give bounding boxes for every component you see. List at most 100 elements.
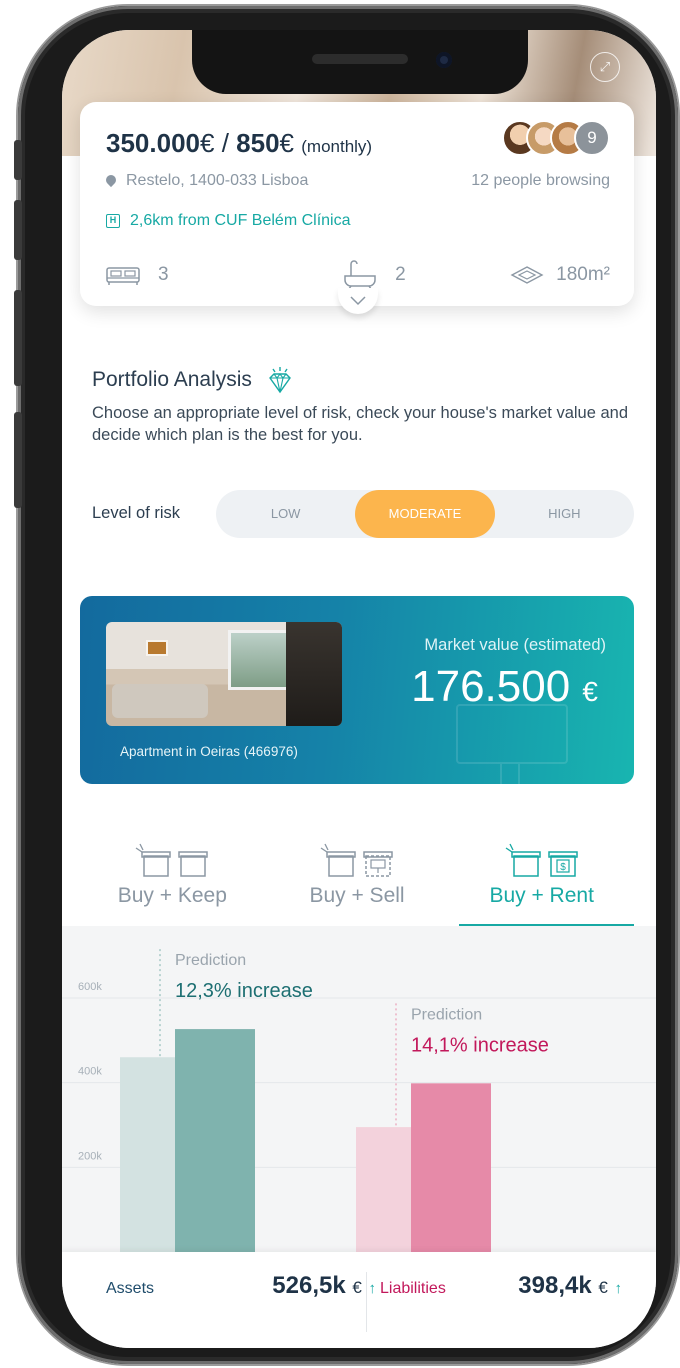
assets-label: Assets <box>106 1280 155 1297</box>
tab-buy-keep[interactable]: Buy + Keep <box>80 838 265 930</box>
y-tick-label: 200k <box>78 1150 102 1162</box>
viewers-avatars[interactable]: 9 <box>502 120 610 156</box>
rent-period: (monthly) <box>301 137 373 156</box>
area-icon <box>510 266 544 284</box>
mute-switch <box>14 140 22 180</box>
property-card[interactable]: 350.000€ / 850€ (monthly) 9 Restelo, 140… <box>80 102 634 314</box>
chart-svg: 200k 400k 600k Prediction 12,3% increase Pred… <box>62 949 656 1252</box>
market-value: 176.500 € <box>411 662 598 712</box>
screen: ⤢ 350.000€ / 850€ (monthly) 9 Restelo, 1… <box>62 30 656 1348</box>
assets-value-group: 526,5k € ↑ <box>272 1272 376 1300</box>
predicted-value-bar <box>411 1083 491 1252</box>
area-size: 180m² <box>556 264 610 285</box>
bedrooms-count: 3 <box>158 264 169 285</box>
tab-buy-rent[interactable]: $ Buy + Rent <box>449 838 634 930</box>
portfolio-title-text: Portfolio Analysis <box>92 368 252 391</box>
apartment-photo[interactable] <box>106 622 342 726</box>
liabilities-label: Liabilities <box>380 1280 446 1297</box>
volume-up-button <box>14 200 22 260</box>
portfolio-chart: 200k 400k 600k Prediction 12,3% increase Pred… <box>62 926 656 1256</box>
market-value-label: Market value (estimated) <box>424 636 606 654</box>
location-row: Restelo, 1400-033 Lisboa 12 people brows… <box>106 172 610 190</box>
liabilities-value-group: 398,4k € ↑ <box>518 1272 622 1300</box>
rent-currency: € <box>279 128 295 158</box>
hospital-icon: H <box>106 214 120 228</box>
features-row: 3 2 180m² <box>106 260 610 290</box>
assets-up-arrow-icon: ↑ <box>368 1280 377 1297</box>
area-feature: 180m² <box>510 260 610 290</box>
assets-value: 526,5k <box>272 1272 346 1299</box>
liabilities-summary[interactable]: Liabilities 398,4k € ↑ <box>380 1272 622 1300</box>
prediction-increase-text: 12,3% increase <box>175 980 313 1002</box>
house-box-icon <box>320 843 356 877</box>
browsing-count: 12 people browsing <box>471 172 610 189</box>
dark-room-area <box>286 622 342 726</box>
risk-option-high[interactable]: HIGH <box>495 490 634 538</box>
sale-sign-icon <box>363 851 393 877</box>
portfolio-title: Portfolio Analysis <box>92 366 294 394</box>
summary-divider <box>366 1272 367 1332</box>
assets-summary[interactable]: Assets 526,5k € ↑ <box>106 1272 376 1300</box>
assets-unit: € <box>352 1278 362 1297</box>
tab-label: Buy + Keep <box>117 884 227 907</box>
hospital-distance: 2,6km from CUF Belém Clínica <box>130 212 351 229</box>
side-button <box>14 412 22 508</box>
y-tick-label: 600k <box>78 981 102 993</box>
chevron-down-icon <box>350 296 366 306</box>
prediction-label: Prediction <box>175 952 246 969</box>
market-value-amount: 176.500 <box>411 662 571 711</box>
viewers-count-badge: 9 <box>574 120 610 156</box>
dollar-box-icon: $ <box>547 851 578 877</box>
tab-buy-sell[interactable]: Buy + Sell <box>265 838 450 930</box>
y-tick-label: 400k <box>78 1066 102 1078</box>
bed-icon <box>106 267 140 285</box>
house-box-icon <box>505 843 541 877</box>
bedrooms-feature: 3 <box>106 260 169 290</box>
bathrooms-feature: 2 <box>343 260 406 290</box>
risk-level-selector[interactable]: LOW MODERATE HIGH <box>216 490 634 538</box>
risk-option-moderate[interactable]: MODERATE <box>355 490 495 538</box>
notch <box>192 30 528 94</box>
liabilities-unit: € <box>598 1278 608 1297</box>
buy-rent-icons: $ <box>504 838 580 878</box>
buy-sell-icons <box>319 838 395 878</box>
price-line: 350.000€ / 850€ (monthly) <box>106 128 372 159</box>
prediction-label: Prediction <box>411 1006 482 1023</box>
portfolio-description: Choose an appropriate level of risk, che… <box>92 404 629 444</box>
hospital-link[interactable]: H 2,6km from CUF Belém Clínica <box>106 212 351 230</box>
house-box-icon <box>135 843 172 877</box>
diamond-icon <box>269 367 291 394</box>
wall-art <box>146 640 168 656</box>
camera <box>436 52 452 68</box>
location-text: Restelo, 1400-033 Lisboa <box>126 172 309 189</box>
sign-graphic <box>456 704 568 764</box>
risk-level-label: Level of risk <box>92 504 181 522</box>
expand-card-button[interactable] <box>338 288 378 314</box>
risk-option-low[interactable]: LOW <box>216 490 355 538</box>
plan-tabs: Buy + Keep Buy + Sell $ Buy + Rent <box>80 838 634 930</box>
sale-currency: € <box>199 128 215 158</box>
fullscreen-icon[interactable]: ⤢ <box>590 52 620 82</box>
sale-price: 350.000 <box>106 128 200 158</box>
price-separator: / <box>221 128 229 158</box>
tab-label: Buy + Rent <box>489 884 594 907</box>
svg-text:$: $ <box>560 862 566 873</box>
market-value-currency: € <box>582 676 598 707</box>
prediction-increase-text: 14,1% increase <box>411 1034 549 1056</box>
apartment-caption: Apartment in Oeiras (466976) <box>120 744 298 759</box>
market-value-card[interactable]: Apartment in Oeiras (466976) Market valu… <box>80 596 634 784</box>
liabilities-value: 398,4k <box>518 1272 592 1299</box>
bathtub-icon <box>344 260 376 290</box>
predicted-value-bar <box>175 1029 255 1252</box>
bathrooms-count: 2 <box>395 264 406 285</box>
buy-keep-icons <box>134 838 210 878</box>
sofa <box>112 684 208 718</box>
volume-down-button <box>14 290 22 386</box>
house-box-icon <box>178 851 209 877</box>
speaker <box>312 54 408 64</box>
tab-label: Buy + Sell <box>309 884 405 907</box>
rent-price: 850 <box>236 128 280 158</box>
liabilities-up-arrow-icon: ↑ <box>614 1280 623 1297</box>
location-pin-icon <box>106 175 116 187</box>
summary-bar: Assets 526,5k € ↑ Liabilities 398,4k € ↑ <box>62 1252 656 1348</box>
